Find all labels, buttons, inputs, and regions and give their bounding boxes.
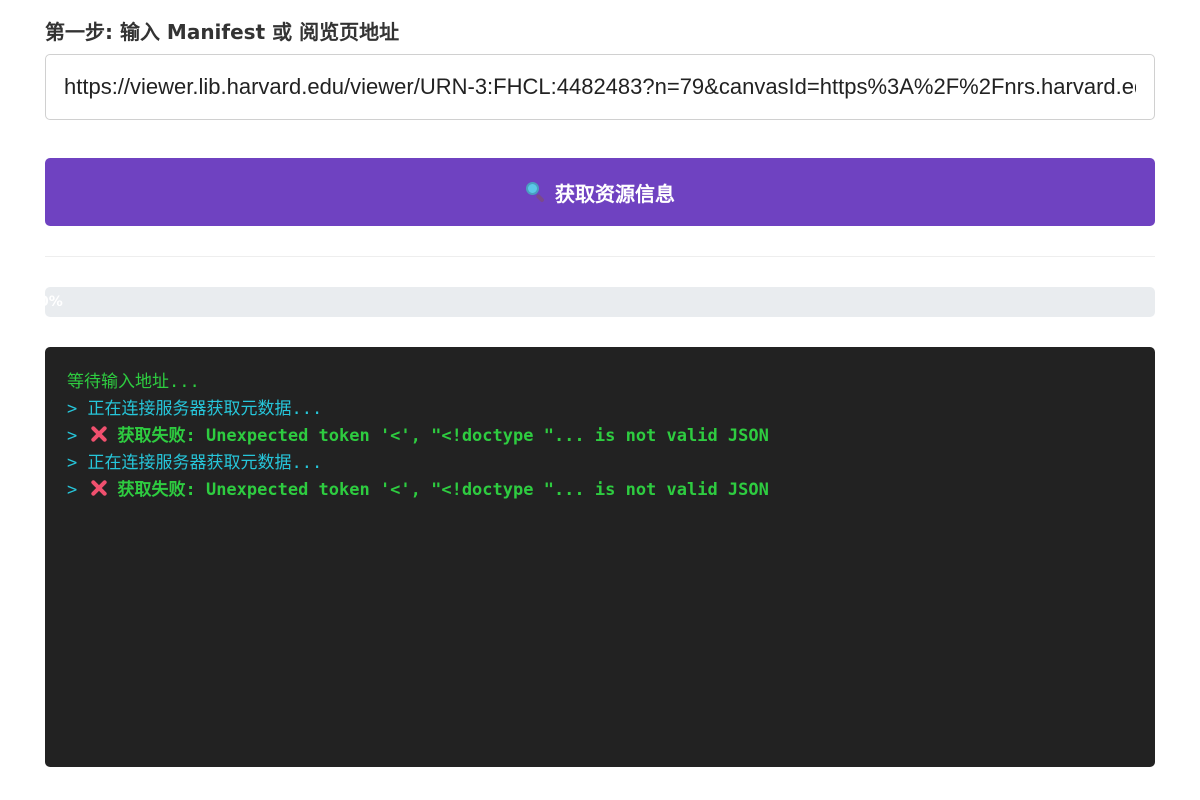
log-text: 正在连接服务器获取元数据...: [87, 399, 323, 419]
log-text: 获取失败: Unexpected token '<', "<!doctype "…: [117, 480, 769, 500]
log-console: 等待输入地址... > 正在连接服务器获取元数据... > 获取失败: Unexpe…: [45, 347, 1155, 767]
magnifier-icon: [525, 181, 547, 203]
step-label: 第一步: 输入 Manifest 或 阅览页地址: [45, 20, 400, 44]
progress-bar: 0%: [45, 287, 1155, 317]
log-prompt: >: [67, 426, 88, 446]
log-line: > 获取失败: Unexpected token '<', "<!doctype…: [67, 423, 1133, 450]
log-text: 等待输入地址...: [67, 372, 200, 392]
cross-icon: [89, 424, 109, 444]
log-prompt: >: [67, 453, 88, 473]
log-line: > 正在连接服务器获取元数据...: [67, 450, 1133, 477]
fetch-resource-button[interactable]: 获取资源信息: [45, 158, 1155, 226]
log-text: 正在连接服务器获取元数据...: [87, 453, 323, 473]
log-line: 等待输入地址...: [67, 369, 1133, 396]
url-input[interactable]: [45, 54, 1155, 120]
page: 第一步: 输入 Manifest 或 阅览页地址 获取资源信息 0% 等待输入地…: [0, 0, 1200, 800]
log-text: 获取失败: Unexpected token '<', "<!doctype "…: [117, 426, 769, 446]
log-line: > 获取失败: Unexpected token '<', "<!doctype…: [67, 477, 1133, 504]
log-prompt: >: [67, 480, 88, 500]
log-prompt: >: [67, 399, 88, 419]
cross-icon: [89, 478, 109, 498]
fetch-resource-button-label: 获取资源信息: [555, 181, 675, 206]
progress-text: 0%: [45, 294, 63, 310]
divider: [45, 256, 1155, 257]
log-line: > 正在连接服务器获取元数据...: [67, 396, 1133, 423]
